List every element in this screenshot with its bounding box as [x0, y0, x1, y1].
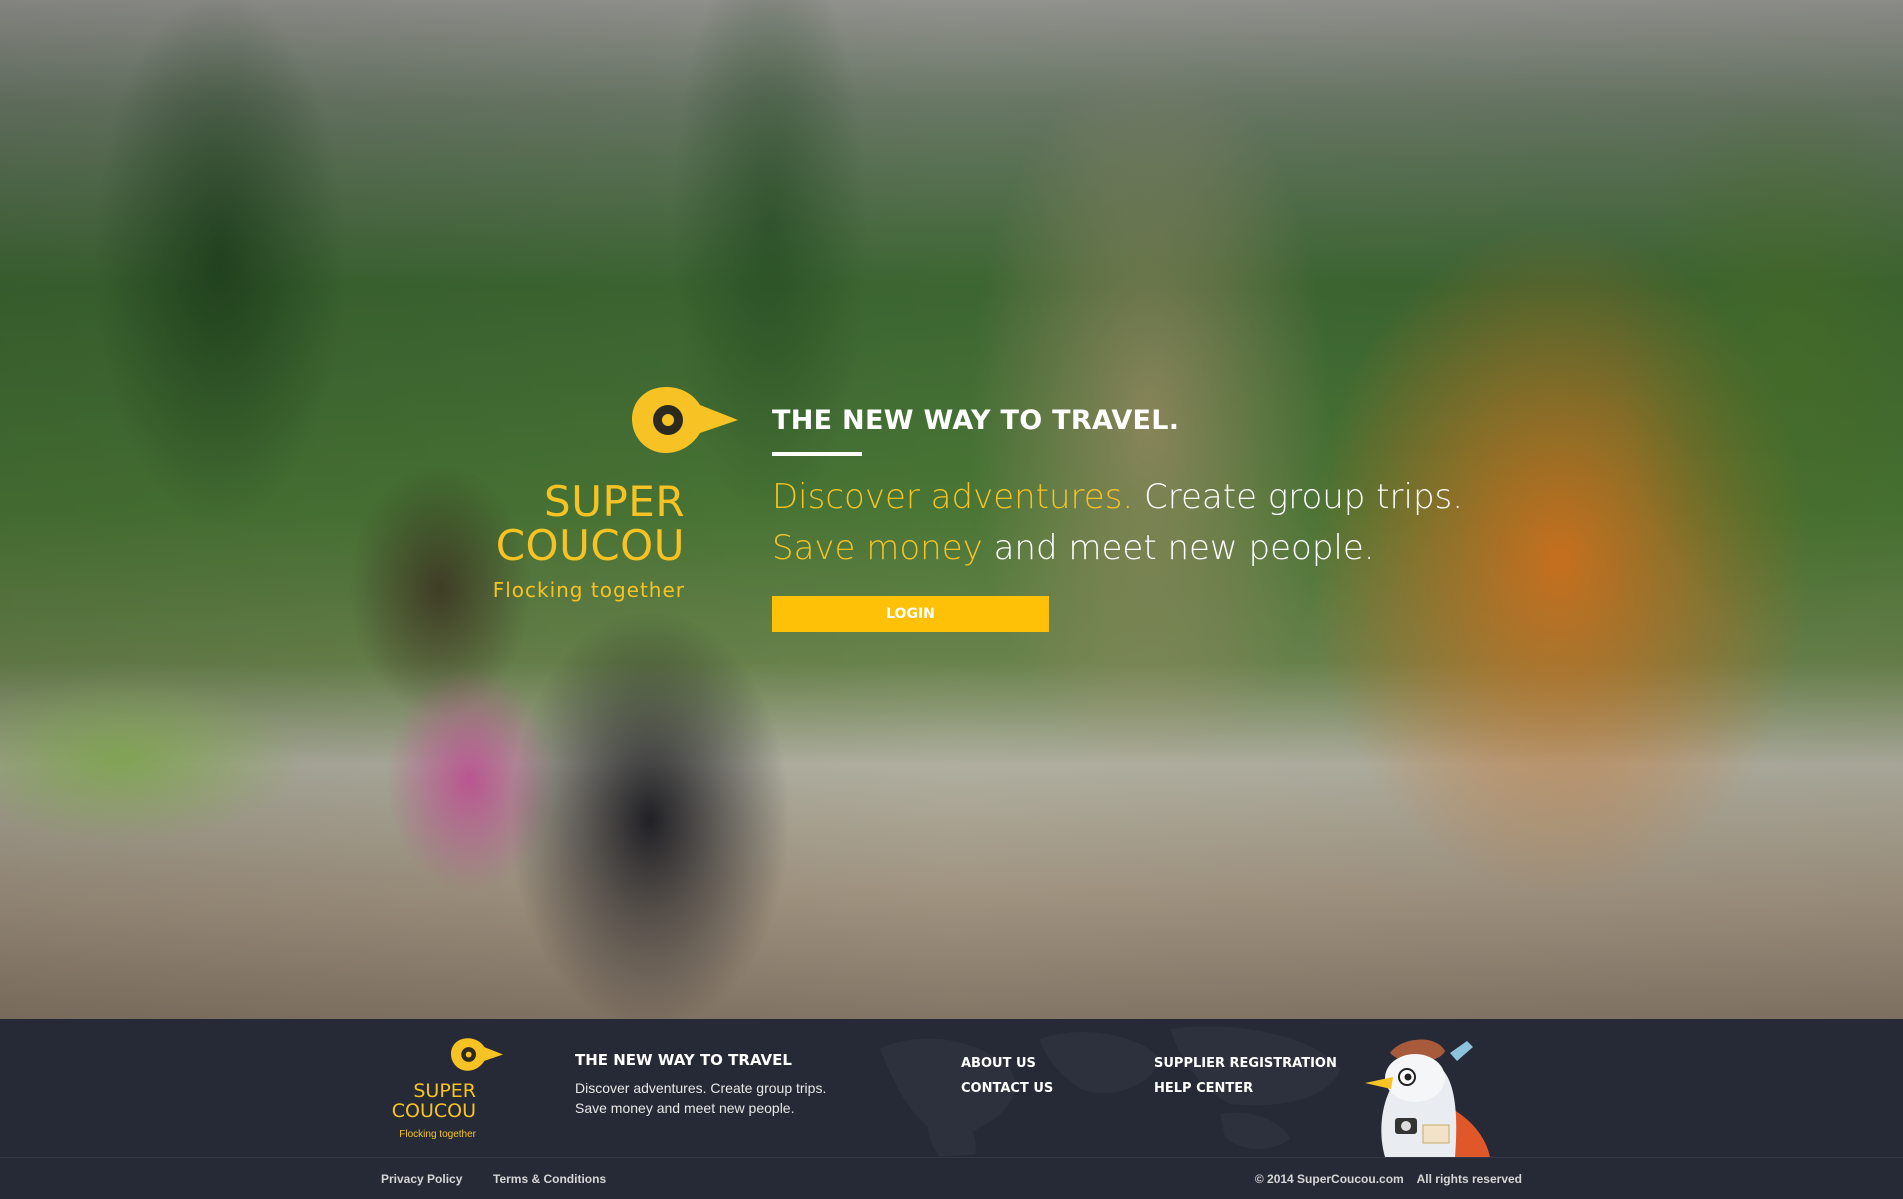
footer-brand-tagline: Flocking together [399, 1129, 476, 1140]
hero-line-1-highlight: Discover adventures. [772, 477, 1134, 517]
login-button[interactable]: LOGIN [772, 596, 1049, 632]
privacy-policy-link[interactable]: Privacy Policy [381, 1172, 462, 1186]
supplier-registration-link[interactable]: SUPPLIER REGISTRATION [1154, 1051, 1337, 1076]
location-pin-eye-icon [450, 1038, 504, 1071]
brand-line-2: COUCOU [495, 521, 685, 570]
hero-line-2-highlight: Save money [772, 528, 983, 568]
footer-about: THE NEW WAY TO TRAVEL Discover adventure… [575, 1051, 826, 1118]
footer-about-line-1: Discover adventures. Create group trips. [575, 1080, 827, 1096]
brand-name: SUPER COUCOU [496, 480, 685, 568]
site-footer: SUPER COUCOU Flocking together THE NEW W… [0, 1019, 1903, 1199]
heading-underline [772, 452, 862, 456]
hero-logo[interactable]: SUPER COUCOU Flocking together [480, 385, 750, 615]
hero-line-1: Discover adventures. Create group trips. [772, 472, 1492, 523]
hero-line-2-rest: and meet new people. [982, 528, 1375, 568]
terms-conditions-link[interactable]: Terms & Conditions [493, 1172, 606, 1186]
hero-line-1-rest: Create group trips. [1133, 477, 1464, 517]
contact-us-link[interactable]: CONTACT US [961, 1076, 1053, 1101]
footer-brand-name: SUPER COUCOU [392, 1081, 476, 1121]
footer-brand-line-1: SUPER [413, 1080, 476, 1102]
footer-brand-line-2: COUCOU [391, 1100, 476, 1122]
about-us-link[interactable]: ABOUT US [961, 1051, 1053, 1076]
hero-section: SUPER COUCOU Flocking together THE NEW W… [0, 0, 1903, 1019]
hero-copy: THE NEW WAY TO TRAVEL. Discover adventur… [772, 405, 1492, 632]
bird-mascot-icon [1365, 1039, 1490, 1157]
footer-top: SUPER COUCOU Flocking together THE NEW W… [0, 1019, 1903, 1157]
brand-line-1: SUPER [544, 477, 685, 526]
footer-logo[interactable]: SUPER COUCOU Flocking together [380, 1037, 504, 1147]
footer-links-col-2: SUPPLIER REGISTRATION HELP CENTER [1154, 1051, 1337, 1101]
brand-tagline: Flocking together [492, 578, 685, 602]
hero-heading: THE NEW WAY TO TRAVEL. [772, 405, 1180, 436]
location-pin-eye-icon [632, 387, 738, 453]
footer-bottom: Privacy Policy Terms & Conditions © 2014… [0, 1158, 1903, 1199]
help-center-link[interactable]: HELP CENTER [1154, 1076, 1337, 1101]
footer-about-text: Discover adventures. Create group trips.… [575, 1078, 826, 1118]
hero-line-2: Save money and meet new people. [772, 523, 1492, 574]
footer-links-col-1: ABOUT US CONTACT US [961, 1051, 1053, 1101]
copyright-text: © 2014 SuperCoucou.com All rights reserv… [1254, 1172, 1522, 1186]
footer-about-line-2: Save money and meet new people. [575, 1100, 795, 1116]
footer-about-title: THE NEW WAY TO TRAVEL [575, 1051, 792, 1069]
